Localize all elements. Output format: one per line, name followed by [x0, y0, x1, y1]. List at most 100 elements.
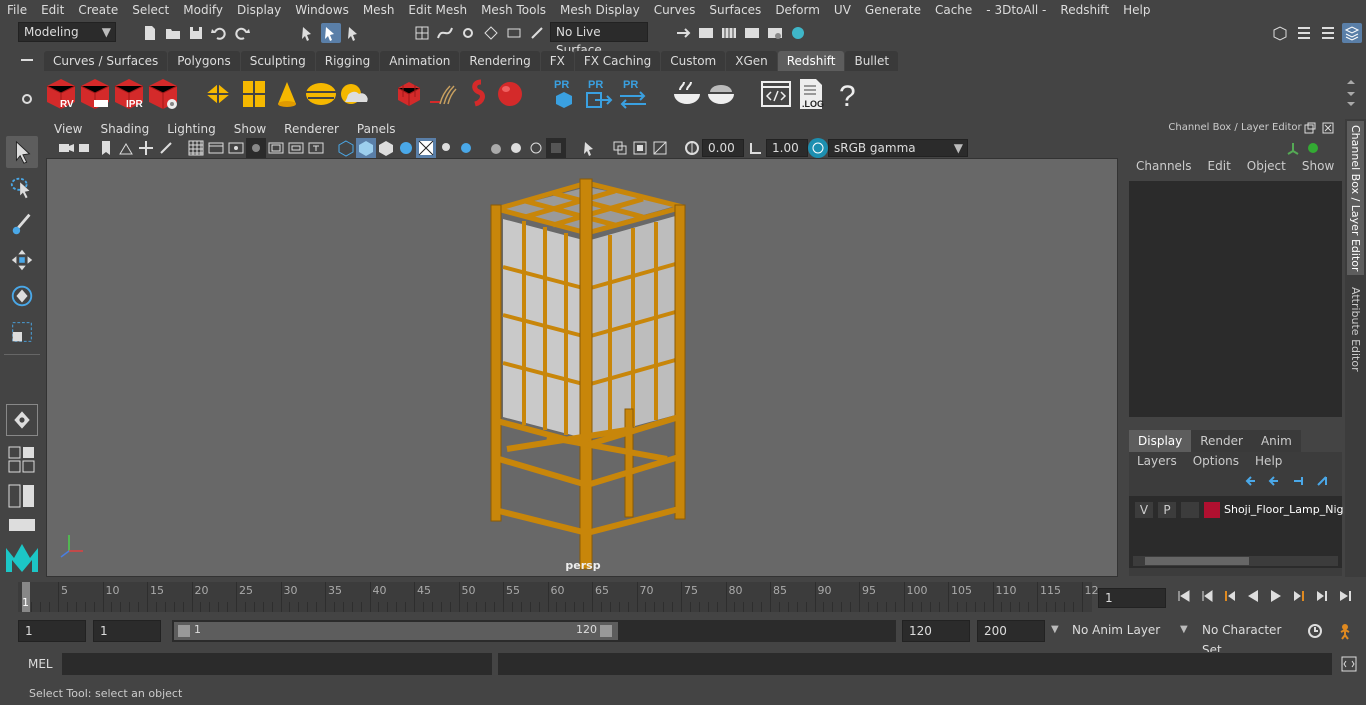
move-layer-up-icon[interactable] [1245, 474, 1261, 488]
shelf-tab-rendering[interactable]: Rendering [460, 51, 540, 71]
snap-point-icon[interactable] [458, 23, 478, 43]
cb-menu-show[interactable]: Show [1294, 159, 1342, 173]
menu-edit-mesh[interactable]: Edit Mesh [401, 0, 474, 20]
float-panel-icon[interactable] [1304, 122, 1316, 134]
rs-portal-light-icon[interactable] [237, 76, 271, 112]
save-scene-icon[interactable] [186, 23, 206, 43]
character-set-dropdown[interactable]: No Character Set [1196, 620, 1300, 657]
menu-deform[interactable]: Deform [768, 0, 827, 20]
layer-color-swatch[interactable] [1204, 502, 1220, 518]
shelf-menu-icon[interactable] [18, 56, 36, 70]
menu-windows[interactable]: Windows [288, 0, 356, 20]
chevron-down-icon[interactable]: ▼ [1051, 624, 1059, 635]
menu-mesh[interactable]: Mesh [356, 0, 402, 20]
gamma-field[interactable]: 1.00 [766, 139, 808, 157]
shelf-tab-redshift[interactable]: Redshift [777, 51, 845, 71]
graph-layout-icon[interactable] [8, 518, 36, 532]
tool-settings-icon[interactable] [1318, 23, 1338, 43]
vp-menu-renderer[interactable]: Renderer [276, 119, 349, 139]
command-language-label[interactable]: MEL [28, 657, 53, 671]
play-backwards-icon[interactable] [1243, 586, 1263, 606]
exposure-icon[interactable] [682, 138, 702, 158]
cb-menu-channels[interactable]: Channels [1128, 159, 1200, 173]
menu-file[interactable]: File [0, 0, 34, 20]
menu-create[interactable]: Create [71, 0, 125, 20]
step-forward-frame-icon[interactable] [1289, 586, 1309, 606]
snap-surface-icon[interactable] [504, 23, 524, 43]
auto-key-icon[interactable] [1306, 622, 1324, 640]
playback-end-field[interactable]: 120 [902, 620, 970, 642]
channel-list[interactable] [1129, 181, 1342, 417]
use-all-lights-icon[interactable] [416, 138, 436, 158]
lasso-tool-icon[interactable] [6, 172, 38, 204]
shelf-tab-xgen[interactable]: XGen [726, 51, 777, 71]
command-input[interactable] [62, 653, 492, 675]
layer-tab-display[interactable]: Display [1129, 430, 1192, 452]
rs-hair-icon[interactable] [426, 76, 460, 112]
rs-volume-icon[interactable] [461, 76, 495, 112]
rs-log-icon[interactable]: .LOG [794, 76, 828, 112]
frame-selected-icon[interactable] [630, 138, 650, 158]
input-output-icon[interactable] [673, 23, 693, 43]
close-icon[interactable] [1322, 122, 1334, 134]
colorspace-dropdown[interactable]: sRGB gamma ▼ [828, 139, 968, 157]
ipr-render-icon[interactable] [742, 23, 762, 43]
shelf-tab-rigging[interactable]: Rigging [315, 51, 380, 71]
scale-tool-icon[interactable] [6, 316, 38, 348]
snap-view-icon[interactable] [481, 23, 501, 43]
rs-sun-sky-icon[interactable] [337, 76, 371, 112]
select-component-icon[interactable] [344, 23, 364, 43]
chevron-down-icon[interactable]: ▼ [1180, 624, 1188, 635]
outliner-layout-icon[interactable] [8, 484, 36, 508]
live-surface-icon[interactable] [527, 23, 547, 43]
rs-bowl-icon[interactable] [670, 76, 704, 112]
resolution-gate-icon[interactable] [226, 138, 246, 158]
isolate-select-icon[interactable] [580, 138, 600, 158]
two-d-pan-icon[interactable] [136, 138, 156, 158]
rs-proxy-icon[interactable] [392, 76, 426, 112]
single-pane-layout-icon[interactable] [6, 404, 38, 436]
film-gate-icon[interactable] [206, 138, 226, 158]
camera-lock-icon[interactable] [76, 138, 96, 158]
layer-tab-anim[interactable]: Anim [1251, 430, 1301, 452]
layer-playback-toggle[interactable]: P [1158, 502, 1176, 518]
grease-pencil-icon[interactable] [156, 138, 176, 158]
snap-grid-icon[interactable] [412, 23, 432, 43]
shelf-tab-fx[interactable]: FX [540, 51, 574, 71]
rs-pie-icon[interactable] [704, 76, 738, 112]
current-frame-field[interactable]: 1 [1098, 588, 1166, 608]
select-object-icon[interactable] [321, 23, 341, 43]
paint-select-tool-icon[interactable] [6, 208, 38, 240]
menu-modify[interactable]: Modify [176, 0, 230, 20]
menu-cache[interactable]: Cache [928, 0, 979, 20]
shelf-tab-sculpting[interactable]: Sculpting [240, 51, 315, 71]
smooth-shade-icon[interactable] [356, 138, 376, 158]
shoji-lamp-model[interactable] [47, 159, 1117, 576]
bookmark-icon[interactable] [96, 138, 116, 158]
animation-end-field[interactable]: 200 [977, 620, 1045, 642]
render-settings-icon[interactable] [765, 23, 785, 43]
open-scene-icon[interactable] [163, 23, 183, 43]
move-tool-icon[interactable] [6, 244, 38, 276]
color-management-icon[interactable] [808, 138, 828, 158]
safe-title-icon[interactable] [306, 138, 326, 158]
menu-display[interactable]: Display [230, 0, 288, 20]
new-layer-selected-icon[interactable] [1316, 474, 1332, 488]
vp-menu-lighting[interactable]: Lighting [159, 119, 226, 139]
playback-start-field[interactable]: 1 [93, 620, 161, 642]
motion-blur-icon[interactable] [486, 138, 506, 158]
menu-edit[interactable]: Edit [34, 0, 71, 20]
time-slider[interactable]: 5 10 15 20 25 30 35 40 45 50 55 60 65 70 75 80 85 90 95 100… [0, 580, 1366, 612]
perspective-viewport[interactable]: persp [46, 158, 1118, 577]
go-to-start-icon[interactable] [1174, 586, 1194, 606]
shelf-tab-curves-surfaces[interactable]: Curves / Surfaces [44, 51, 168, 71]
screen-space-ao-icon[interactable] [456, 138, 476, 158]
new-scene-icon[interactable] [140, 23, 160, 43]
image-plane-icon[interactable] [116, 138, 136, 158]
layer-scrollbar-thumb[interactable] [1145, 557, 1249, 565]
render-sequence-icon-rs[interactable] [78, 76, 112, 112]
menu-mesh-tools[interactable]: Mesh Tools [474, 0, 553, 20]
menu-3dtoall[interactable]: - 3DtoAll - [979, 0, 1053, 20]
grid-toggle-icon[interactable] [186, 138, 206, 158]
layer-visibility-toggle[interactable]: V [1135, 502, 1153, 518]
